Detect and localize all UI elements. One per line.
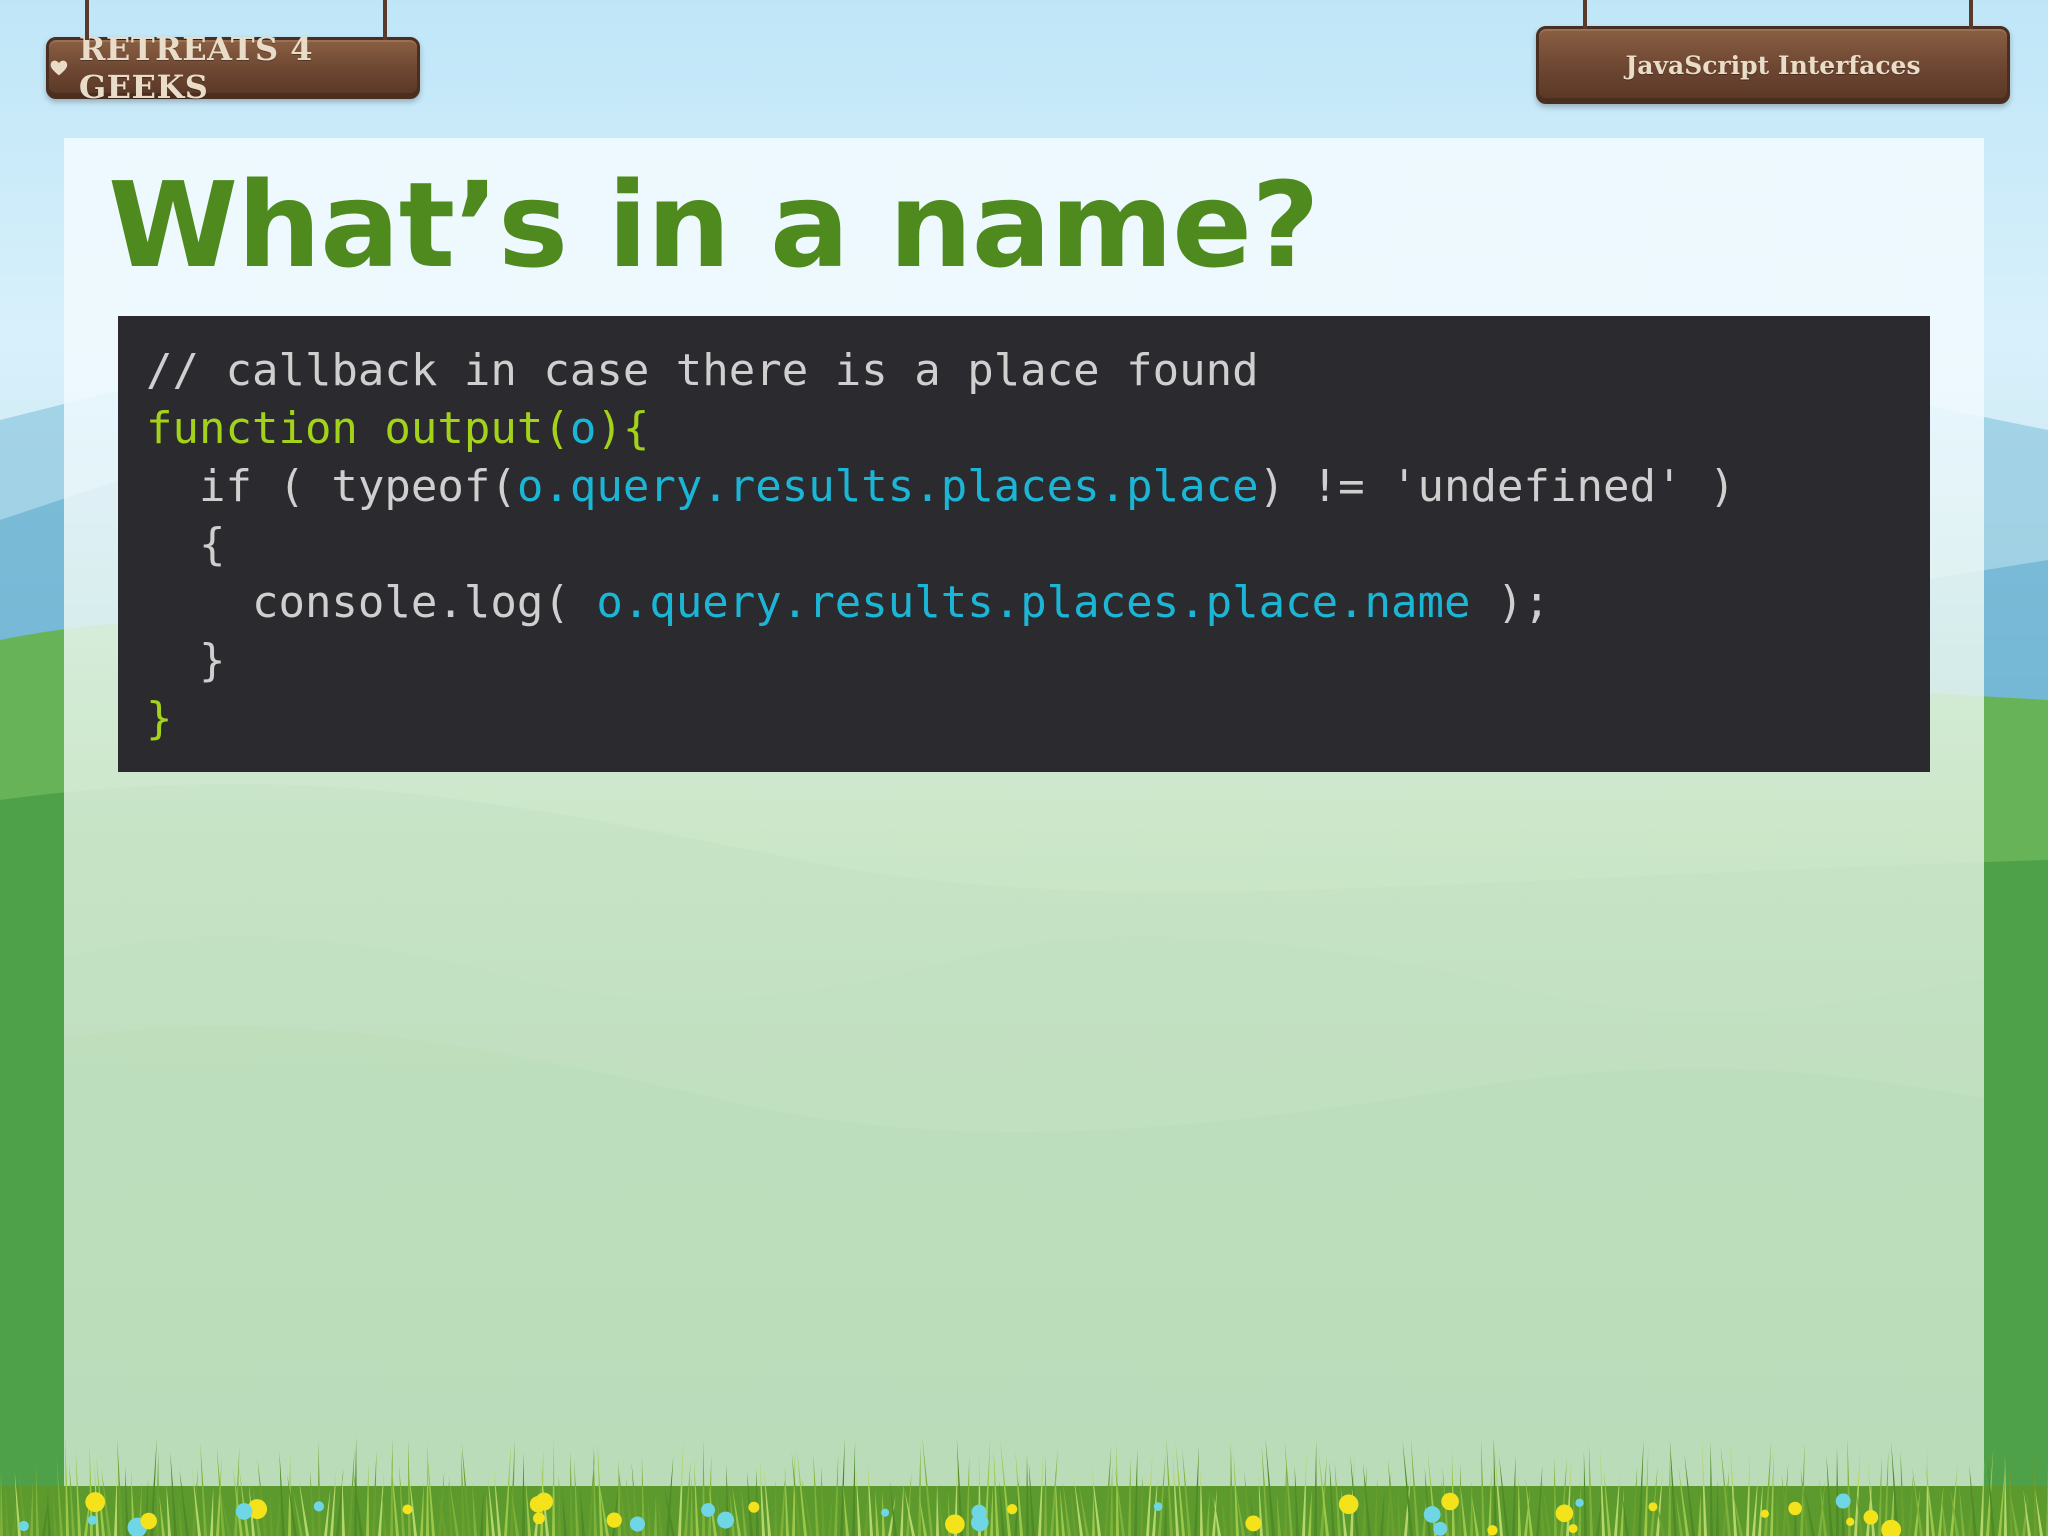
rope-left [85, 0, 89, 40]
code-line: { [146, 516, 1902, 574]
topic-sign: JavaScript Interfaces [1536, 0, 2010, 104]
code-line: if ( typeof(o.query.results.places.place… [146, 458, 1902, 516]
grass-blade [0, 1466, 3, 1536]
code-token-plain: console.log( [146, 577, 597, 628]
grass-blade [42, 1492, 50, 1536]
code-token-ident: o.query.results.places.place [516, 461, 1259, 512]
grass-blade [2034, 1488, 2043, 1536]
code-token-keyword: ){ [596, 403, 650, 454]
grass-blade [47, 1488, 51, 1536]
slide-title: What’s in a name? [108, 156, 1320, 294]
code-token-plain: { [146, 519, 226, 570]
flower [18, 1520, 29, 1532]
grass-blade [1998, 1467, 2006, 1536]
code-token-plain: ) != 'undefined' ) [1258, 461, 1736, 512]
logo-sign: RETREATS 4 GEEKS [46, 0, 420, 106]
code-line: } [146, 690, 1902, 748]
code-token-ident: o [569, 403, 597, 454]
code-token-plain: ); [1470, 577, 1551, 628]
code-line: function output(o){ [146, 400, 1902, 458]
code-line: } [146, 632, 1902, 690]
logo: RETREATS 4 GEEKS [49, 30, 417, 106]
logo-text: RETREATS 4 GEEKS [78, 30, 314, 106]
grass-blade [35, 1462, 39, 1536]
heart-icon [50, 60, 68, 76]
code-token-keyword: } [146, 693, 173, 744]
code-line: // callback in case there is a place fou… [146, 342, 1902, 400]
grass-blade [30, 1481, 33, 1536]
grass-blade [5, 1481, 9, 1536]
grass-blade [2009, 1491, 2019, 1536]
grass-blade [1986, 1446, 1994, 1536]
code-token-keyword: function output( [146, 403, 570, 454]
grass-blade [14, 1471, 21, 1536]
grass-blade [52, 1484, 57, 1536]
grass-blade [56, 1455, 63, 1536]
grass-blade [2033, 1456, 2037, 1536]
code-token-ident: o.query.results.places.place.name [596, 577, 1471, 628]
grass-blade [2004, 1453, 2007, 1536]
topic-label: JavaScript Interfaces [1625, 50, 1921, 80]
rope-left [1583, 0, 1587, 29]
code-token-plain: // callback in case there is a place fou… [146, 345, 1259, 396]
code-token-plain: if ( typeof( [146, 461, 517, 512]
code-line: console.log( o.query.results.places.plac… [146, 574, 1902, 632]
grass-blade [2022, 1492, 2029, 1536]
grass-blade [2009, 1450, 2013, 1536]
grass-blade [12, 1491, 19, 1536]
code-token-plain: } [146, 635, 226, 686]
grass-blade [17, 1456, 27, 1536]
rope-right [383, 0, 387, 40]
grass-blade [2023, 1489, 2031, 1536]
code-block: // callback in case there is a place fou… [118, 316, 1930, 772]
grass-blade [1987, 1457, 1995, 1536]
rope-right [1969, 0, 1973, 29]
